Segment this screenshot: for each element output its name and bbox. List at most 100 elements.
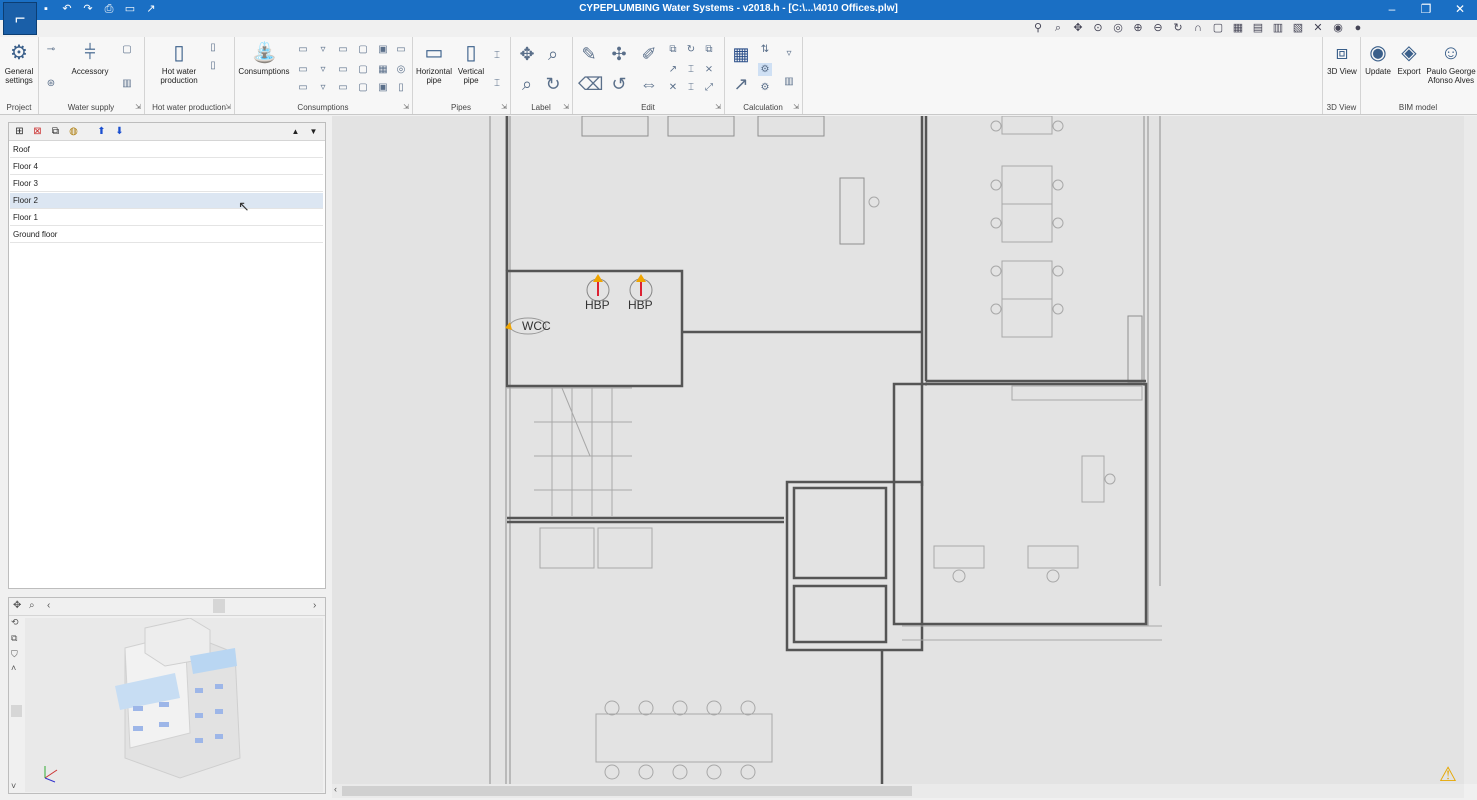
dialog-launcher-icon[interactable]: ⇲ <box>715 103 721 111</box>
move-label-icon[interactable]: ✥ <box>516 43 538 65</box>
align-icon[interactable]: ⇔ <box>638 73 660 95</box>
update-button[interactable]: ◉ Update <box>1361 41 1395 76</box>
canvas-horizontal-scrollbar[interactable]: ‹ <box>332 784 1464 798</box>
sink-icon[interactable]: ▭ <box>336 43 350 56</box>
mirror-icon[interactable]: ⧉ <box>702 43 716 56</box>
tank-icon[interactable]: ▢ <box>120 43 134 56</box>
zoom-label-icon[interactable]: ⌕ <box>542 43 564 65</box>
pipe-up-icon[interactable]: ⌶ <box>490 49 504 62</box>
toilet-icon[interactable]: ▿ <box>316 43 330 56</box>
canvas-vertical-scrollbar[interactable] <box>1464 116 1477 784</box>
check-icon[interactable]: ↗ <box>730 73 752 95</box>
general-settings-button[interactable]: ⚙ General settings <box>2 41 36 85</box>
scroll-down-small-icon[interactable]: ˅ <box>11 781 16 791</box>
minimize-button[interactable]: – <box>1375 0 1409 20</box>
kitchen-sink-icon[interactable]: ▭ <box>336 81 350 94</box>
extend-icon[interactable]: ⤢ <box>702 81 716 94</box>
hbp-label-1[interactable]: HBP <box>585 298 610 312</box>
drawing-canvas[interactable]: WCC HBP HBP <box>332 116 1464 784</box>
vertical-pipe-button[interactable]: ▯ Vertical pipe <box>454 41 488 85</box>
copy-floor-icon[interactable]: ⧉ <box>49 125 62 138</box>
web-icon[interactable]: ● <box>1350 21 1366 35</box>
water-source-icon[interactable]: ⊸ <box>44 43 58 56</box>
washer-icon[interactable]: ▭ <box>336 63 350 76</box>
urinal-icon[interactable]: ▭ <box>296 63 310 76</box>
pump-icon[interactable]: ⊛ <box>44 77 58 90</box>
zoom-in-icon[interactable]: ⊕ <box>1130 21 1146 35</box>
export-icon[interactable]: ↗ <box>145 3 157 15</box>
dialog-launcher-icon[interactable]: ⇲ <box>563 103 569 111</box>
update-calc-icon[interactable]: ⇅ <box>758 43 772 56</box>
zoom-window-icon[interactable]: ⌕ <box>1050 21 1066 35</box>
zoom-previous-icon[interactable]: ◎ <box>1110 21 1126 35</box>
floor-item[interactable]: Ground floor <box>10 227 323 243</box>
redo-edit-icon[interactable]: ↻ <box>684 43 698 56</box>
scroll-up-icon[interactable]: ▲ <box>289 125 302 138</box>
floor-item[interactable]: Floor 1 <box>10 210 323 226</box>
dishwasher-icon[interactable]: ▿ <box>316 63 330 76</box>
calc-icon[interactable]: ▥ <box>1270 21 1286 35</box>
warning-icon[interactable]: ⚠ <box>1439 762 1457 787</box>
redo-icon[interactable]: ↷ <box>82 3 94 15</box>
print-icon[interactable]: ⎙ <box>103 3 115 15</box>
table-icon[interactable]: ▤ <box>1250 21 1266 35</box>
pipe-down-icon[interactable]: ⌶ <box>490 77 504 90</box>
layers-icon[interactable]: ▢ <box>1210 21 1226 35</box>
valve-icon[interactable]: ◎ <box>394 63 408 76</box>
undo-icon[interactable]: ↶ <box>61 3 73 15</box>
eraser-icon[interactable]: ⌫ <box>578 73 603 95</box>
move-down-arrow-icon[interactable]: ⬇ <box>113 125 126 138</box>
horizontal-scroll-thumb[interactable] <box>342 786 912 796</box>
pan-icon[interactable]: ✥ <box>1070 21 1086 35</box>
wcc-label[interactable]: WCC <box>522 319 551 333</box>
shield-icon[interactable]: ⛉ <box>11 649 18 660</box>
pan-3d-icon[interactable]: ✥ <box>13 600 21 611</box>
export-button[interactable]: ◈ Export <box>1393 41 1425 76</box>
find-label-icon[interactable]: ⌕ <box>516 73 538 95</box>
scroll-right-icon[interactable]: › <box>313 600 316 611</box>
floor-item[interactable]: Floor 4 <box>10 159 323 175</box>
bidet-icon[interactable]: ▭ <box>394 43 408 56</box>
generic-consumption-icon[interactable]: ▯ <box>394 81 408 94</box>
help-icon[interactable]: ◉ <box>1330 21 1346 35</box>
results-icon[interactable]: ⚙ <box>758 63 772 76</box>
tools-icon[interactable]: ✕ <box>1310 21 1326 35</box>
restore-button[interactable]: ❐ <box>1409 0 1443 20</box>
calculator-icon[interactable]: ▦ <box>730 43 752 65</box>
legend-icon[interactable]: ▿ <box>782 47 796 60</box>
new-floor-icon[interactable]: ⊞ <box>13 125 26 138</box>
scroll-thumb[interactable] <box>213 599 225 613</box>
consumptions-button[interactable]: ⛲ Consumptions <box>238 41 290 76</box>
stretch-icon[interactable]: ↗ <box>666 63 680 76</box>
zoom-3d-icon[interactable]: ⌕ <box>29 600 35 611</box>
move-icon[interactable]: ✣ <box>608 43 630 65</box>
floor-item[interactable]: Roof <box>10 142 323 158</box>
redraw-icon[interactable]: ↻ <box>1170 21 1186 35</box>
scroll-left-icon[interactable]: ‹ <box>47 600 50 611</box>
scroll-up-small-icon[interactable]: ˄ <box>11 663 16 673</box>
pencil-icon[interactable]: ✎ <box>578 43 600 65</box>
errors-icon[interactable]: ⚙ <box>758 81 772 94</box>
grid-icon[interactable]: ▦ <box>1230 21 1246 35</box>
delete-icon[interactable]: ✕ <box>666 81 680 94</box>
3d-model-view[interactable] <box>25 617 323 792</box>
move-up-arrow-icon[interactable]: ⬆ <box>95 125 108 138</box>
tank-outlet-icon[interactable]: ▣ <box>376 81 390 94</box>
3d-view-button[interactable]: ⧈ 3D View <box>1325 41 1359 76</box>
rotate-label-icon[interactable]: ↻ <box>542 73 564 95</box>
close-button[interactable]: ✕ <box>1443 0 1477 20</box>
dialog-launcher-icon[interactable]: ⇲ <box>501 103 507 111</box>
copy-icon[interactable]: ⧉ <box>666 43 680 56</box>
dialog-launcher-icon[interactable]: ⇲ <box>225 103 231 111</box>
laundry-icon[interactable]: ▢ <box>356 81 370 94</box>
accessory-button[interactable]: ⫩ Accessory <box>68 41 112 76</box>
basin-icon[interactable]: ▭ <box>296 43 310 56</box>
trim-icon[interactable]: ⌶ <box>684 81 698 94</box>
zoom-all-icon[interactable]: ⊙ <box>1090 21 1106 35</box>
layers-3d-icon[interactable]: ⧉ <box>11 633 17 644</box>
dialog-launcher-icon[interactable]: ⇲ <box>403 103 409 111</box>
zoom-out-icon[interactable]: ⊖ <box>1150 21 1166 35</box>
solar-icon[interactable]: ▯ <box>206 59 220 72</box>
hbp-label-2[interactable]: HBP <box>628 298 653 312</box>
orbit-icon[interactable]: ⟲ <box>11 617 19 628</box>
